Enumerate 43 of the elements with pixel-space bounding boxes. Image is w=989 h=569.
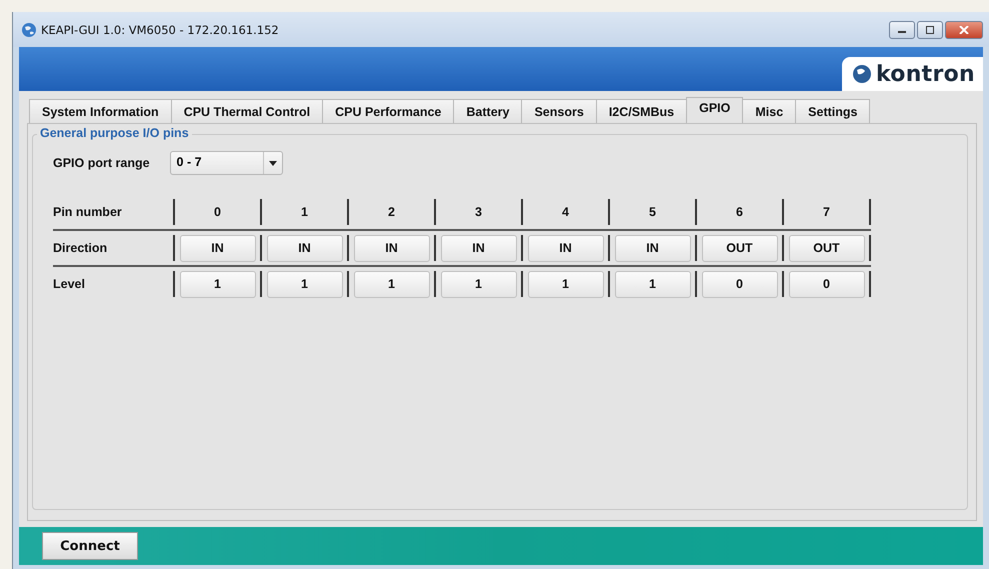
column-header: 7 xyxy=(822,205,831,219)
pin-toggle-button[interactable]: 1 xyxy=(614,270,690,298)
pin-toggle-button[interactable]: IN xyxy=(614,234,690,262)
pin-toggle-button[interactable]: 0 xyxy=(788,270,864,298)
group-title: General purpose I/O pins xyxy=(37,126,192,140)
pin-toggle-button[interactable]: IN xyxy=(266,234,342,262)
column-header: 2 xyxy=(387,205,396,219)
tab[interactable]: System Information xyxy=(29,99,172,123)
row-label: Pin number xyxy=(53,204,123,221)
row-label: Level xyxy=(53,276,86,293)
port-range-dropdown[interactable]: 0 - 7 xyxy=(170,151,283,175)
column-header: 1 xyxy=(300,205,309,219)
column-header: 3 xyxy=(474,205,483,219)
caret-icon xyxy=(268,160,277,166)
pin-toggle-button[interactable]: IN xyxy=(180,234,256,262)
pin-toggle-button[interactable]: 1 xyxy=(354,270,430,298)
column-header: 5 xyxy=(648,205,657,219)
maximize-button[interactable] xyxy=(917,20,943,38)
tab[interactable]: Settings xyxy=(795,99,870,123)
field-label: GPIO port range xyxy=(53,156,150,170)
column-header: 0 xyxy=(213,205,222,219)
pin-toggle-button[interactable]: 1 xyxy=(440,270,516,298)
minimize-button[interactable] xyxy=(889,20,915,38)
pin-toggle-button[interactable]: 0 xyxy=(702,270,778,298)
window-title: KEAPI-GUI 1.0: VM6050 - 172.20.161.152 xyxy=(41,22,280,36)
pin-toggle-button[interactable]: IN xyxy=(440,234,516,262)
maximize-icon xyxy=(925,26,935,34)
pin-toggle-button[interactable]: 1 xyxy=(528,270,604,298)
globe-icon xyxy=(21,22,37,38)
column-header: 6 xyxy=(735,205,744,219)
pin-toggle-button[interactable]: 1 xyxy=(180,270,256,298)
brand-logo: kontron xyxy=(842,57,983,91)
pin-toggle-button[interactable]: 1 xyxy=(266,270,342,298)
close-icon xyxy=(959,26,969,34)
close-button[interactable] xyxy=(945,20,983,38)
row-label: Direction xyxy=(53,240,108,257)
pin-toggle-button[interactable]: OUT xyxy=(788,234,864,262)
connect-button[interactable]: Connect xyxy=(42,532,138,560)
pin-toggle-button[interactable]: IN xyxy=(354,234,430,262)
pin-toggle-button[interactable]: OUT xyxy=(702,234,778,262)
globe-icon xyxy=(852,64,872,84)
column-header: 4 xyxy=(561,205,570,219)
pin-toggle-button[interactable]: IN xyxy=(528,234,604,262)
